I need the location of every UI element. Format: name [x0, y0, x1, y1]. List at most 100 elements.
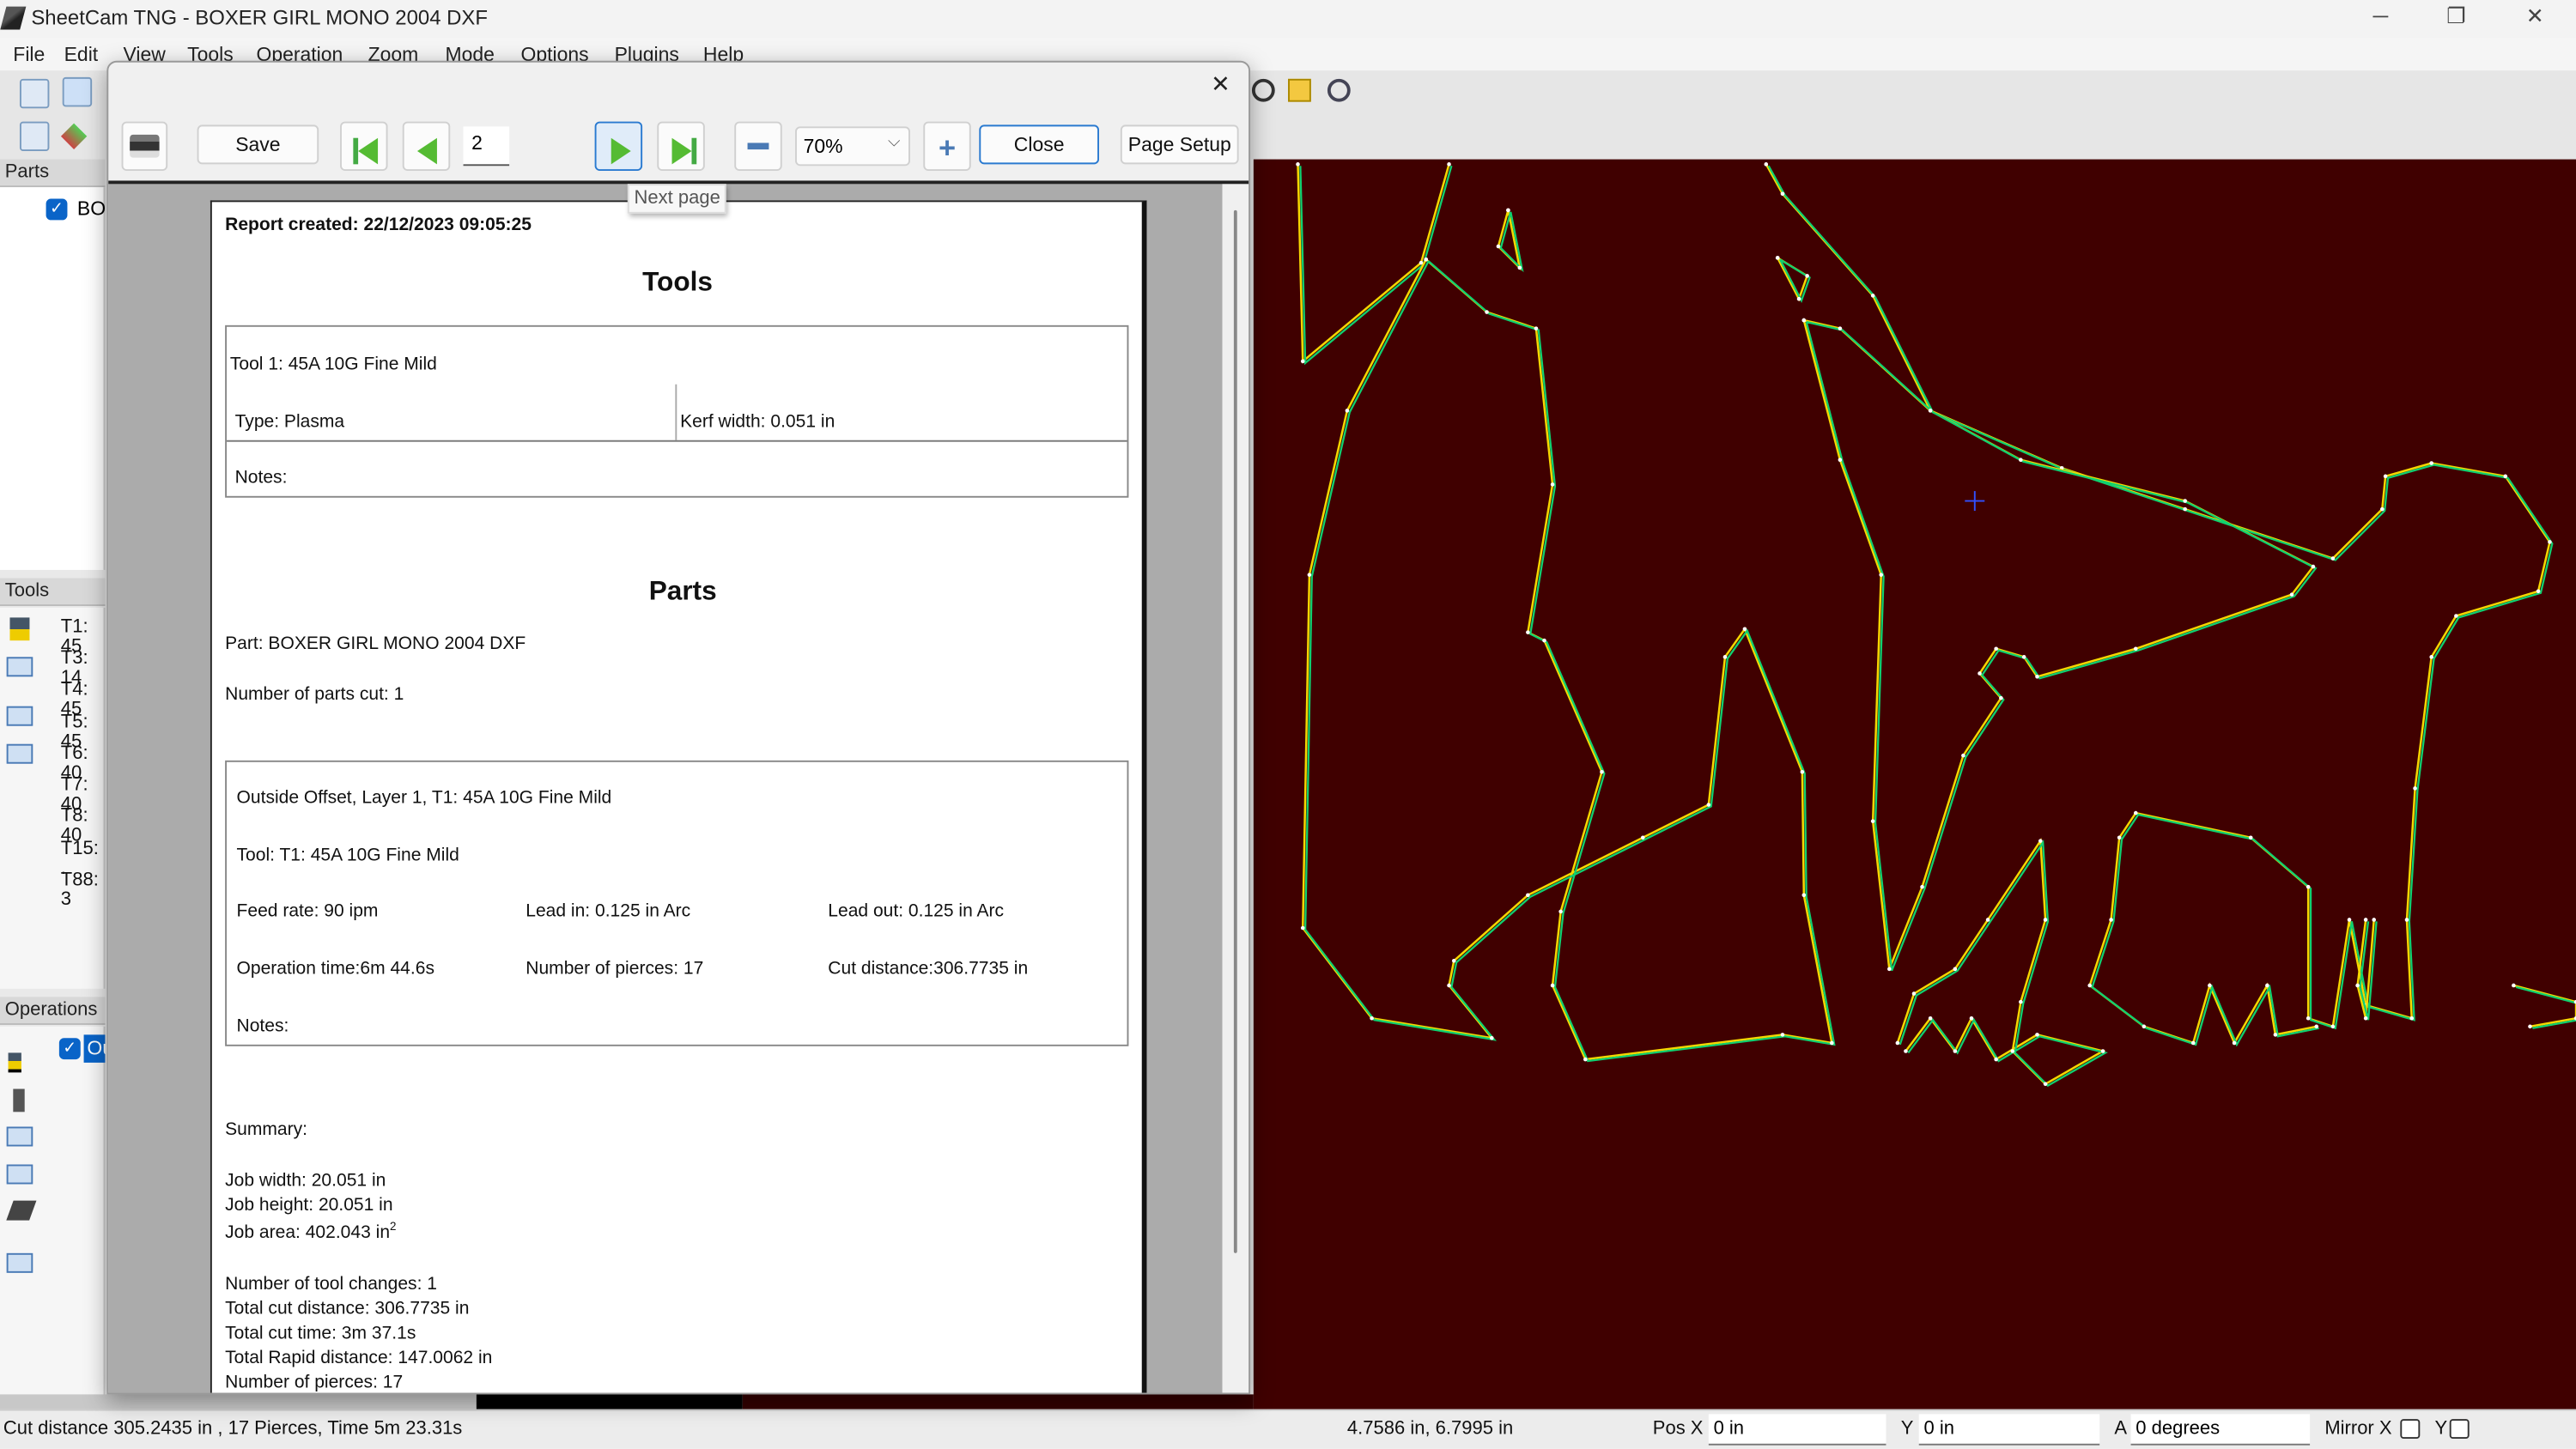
path-node [2019, 999, 2023, 1004]
page-number-input[interactable]: 2 [463, 126, 510, 167]
tool-table-icon[interactable] [6, 706, 33, 726]
path-node [1296, 162, 1300, 167]
vertical-scrollbar[interactable] [1222, 184, 1249, 1393]
zoom-machine-icon[interactable] [1327, 78, 1351, 102]
operation-script-icon[interactable] [6, 1164, 33, 1185]
path-node [1641, 835, 1645, 840]
path-node [1911, 991, 1917, 996]
parts-heading: Parts [648, 576, 717, 607]
zoom-window-icon[interactable] [1288, 78, 1311, 102]
path-node [1496, 244, 1501, 249]
zoom-select[interactable]: 70% ⌵ [795, 126, 910, 167]
path-node [1870, 819, 1875, 823]
print-button[interactable] [121, 121, 168, 171]
new-operation-icon[interactable] [8, 1052, 21, 1073]
path-node [2010, 1049, 2015, 1053]
layers-icon[interactable] [60, 123, 88, 149]
part-checkbox[interactable]: ✓ [46, 198, 68, 221]
menu-file[interactable]: File [13, 43, 45, 66]
path-node [1489, 1035, 1494, 1040]
path-node [2248, 835, 2253, 840]
angle-label: A [2114, 1419, 2128, 1440]
path-node [2190, 1040, 2196, 1046]
app-logo-icon [0, 6, 27, 30]
close-button[interactable]: Close [979, 124, 1099, 165]
path-node [1345, 409, 1350, 413]
toolpath-offset [1899, 840, 2108, 1088]
mirror-x-label: Mirror X [2324, 1419, 2392, 1440]
pos-x-input[interactable]: 0 in [1708, 1414, 1886, 1446]
operation-tool: Tool: T1: 45A 10G Fine Mild [236, 846, 459, 866]
new-tool-icon[interactable] [9, 617, 30, 641]
path-node [2035, 674, 2039, 679]
previous-page-button[interactable] [402, 121, 451, 171]
path-node [2347, 918, 2352, 922]
tool-divider [675, 384, 677, 440]
path-node [2100, 1049, 2105, 1053]
operation-checkbox[interactable]: ✓ [58, 1038, 81, 1060]
mirror-x-checkbox[interactable] [2400, 1419, 2421, 1440]
title-bar: SheetCam TNG - BOXER GIRL MONO 2004 DXF … [0, 0, 2576, 39]
operation-item[interactable]: Ou [83, 1034, 106, 1063]
save-button[interactable]: Save [197, 124, 319, 165]
path-node [2330, 556, 2336, 561]
status-summary: Cut distance 305.2435 in , 17 Pierces, T… [3, 1419, 463, 1440]
operation-table-icon[interactable] [6, 1252, 33, 1273]
part-outline [1301, 258, 1833, 1061]
minimize-button[interactable]: ─ [2356, 3, 2405, 33]
path-node [1920, 884, 1924, 889]
path-node [2454, 614, 2458, 618]
page-setup-button[interactable]: Page Setup [1120, 124, 1239, 165]
zoom-in-button[interactable]: + [923, 121, 971, 171]
show-parts-icon[interactable] [19, 121, 50, 152]
first-page-button[interactable] [340, 121, 388, 171]
pos-y-input[interactable]: 0 in [1918, 1414, 2100, 1446]
path-node [1447, 162, 1451, 167]
first-page-icon [353, 137, 386, 165]
zoom-out-button[interactable] [734, 121, 782, 171]
tool-gcode-icon[interactable] [6, 657, 33, 677]
run-postprocessor-icon[interactable] [19, 78, 50, 109]
scrollbar-thumb[interactable] [1233, 209, 1237, 1253]
path-node [1796, 296, 1801, 301]
drill-icon[interactable] [13, 1088, 25, 1113]
path-node [1300, 359, 1305, 364]
tool-item[interactable]: T88: 3 [61, 870, 104, 910]
part-outline [2513, 984, 2576, 1028]
job-area-unit-exponent: 2 [390, 1222, 397, 1234]
operation-gcode-icon[interactable] [6, 1126, 33, 1147]
part-drawing [1296, 162, 2576, 1088]
drill-move-icon[interactable] [6, 1200, 37, 1221]
mirror-y-checkbox[interactable] [2449, 1419, 2470, 1440]
path-node [2038, 839, 2043, 843]
drawing-canvas[interactable] [1253, 159, 2576, 1410]
lead-in: Lead in: 0.125 in Arc [526, 901, 691, 922]
path-node [2363, 918, 2368, 922]
tool-notes: Notes: [234, 468, 288, 488]
preview-area: Report created: 22/12/2023 09:05:25 Tool… [108, 180, 1249, 1393]
menu-edit[interactable]: Edit [64, 43, 99, 66]
path-node [1600, 769, 1604, 774]
part-item-label[interactable]: BO [77, 197, 106, 221]
angle-input[interactable]: 0 degrees [2130, 1414, 2311, 1446]
zoom-value: 70% [803, 134, 843, 158]
zoom-fit-icon[interactable] [1251, 78, 1275, 102]
edit-icon[interactable] [62, 76, 93, 107]
path-node [2372, 918, 2377, 922]
path-node [1879, 573, 1884, 577]
tools-list: T1: 45 T3: 14 T4: 45 T5: 45 T6: 40 T7: 4… [0, 607, 106, 989]
close-window-button[interactable]: ✕ [2511, 3, 2560, 33]
path-node [2536, 589, 2541, 594]
next-page-button[interactable] [594, 121, 643, 171]
last-page-button[interactable] [657, 121, 705, 171]
restore-button[interactable]: ❐ [2432, 3, 2481, 33]
tool-table: Tool 1: 45A 10G Fine Mild Type: Plasma K… [225, 324, 1129, 498]
total-rapid-distance: Total Rapid distance: 147.0062 in [225, 1348, 493, 1368]
path-node [1780, 1033, 1785, 1037]
tool-type: Type: Plasma [234, 412, 345, 433]
path-node [1805, 274, 1809, 278]
dialog-close-button[interactable]: ✕ [1211, 70, 1230, 99]
tool-info-icon[interactable] [6, 743, 33, 764]
path-node [1370, 1016, 1374, 1021]
plus-icon: + [938, 131, 957, 165]
